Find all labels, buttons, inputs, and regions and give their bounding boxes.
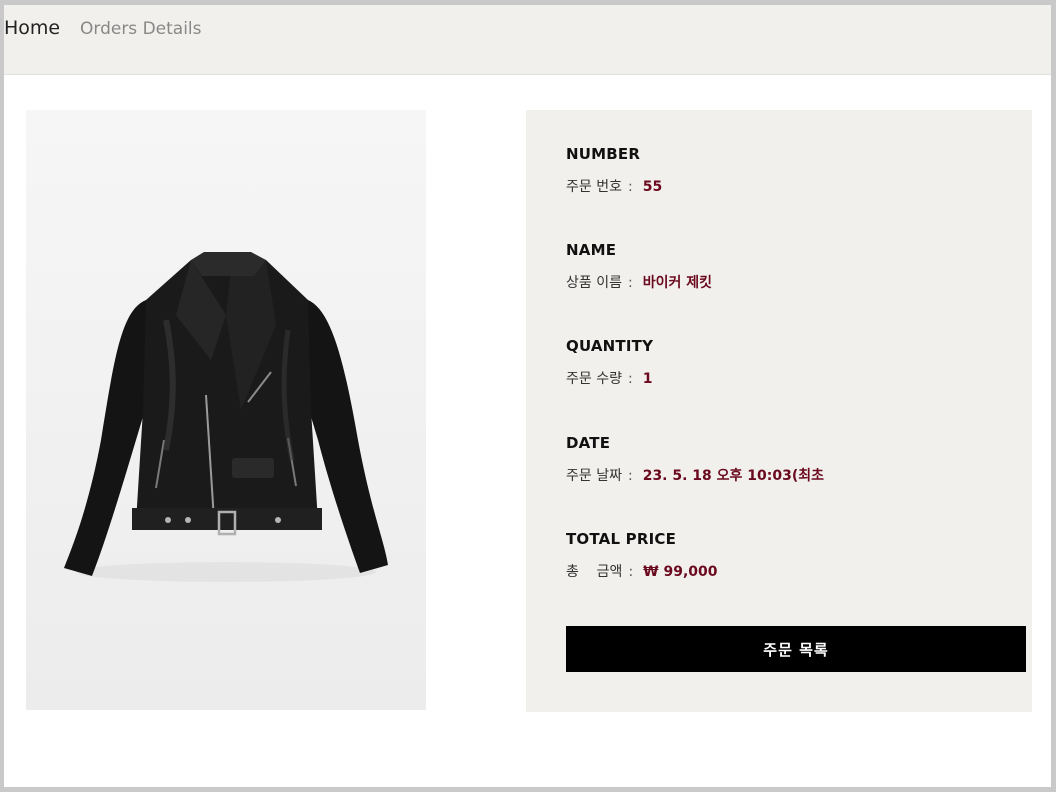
separator: : [627, 275, 633, 291]
order-date-title: DATE [566, 434, 611, 452]
product-name-title: NAME [566, 241, 617, 259]
separator: : [627, 468, 633, 484]
order-details-panel: NUMBER 주문 번호:55 NAME 상품 이름: 바이커 제킷 QUANTI… [526, 110, 1032, 712]
quantity-value: 1 [642, 371, 653, 387]
separator: : [628, 564, 634, 580]
jacket-illustration [64, 252, 388, 582]
nav-home-link[interactable]: Home [4, 17, 60, 39]
product-image [26, 110, 426, 710]
total-price-value: ₩ 99,000 [643, 564, 718, 580]
order-number-label: 주문 번호 [566, 179, 622, 195]
nav-orders-details-link[interactable]: Orders Details [80, 19, 202, 39]
separator: : [627, 179, 633, 195]
quantity-title: QUANTITY [566, 337, 654, 355]
total-price-section: TOTAL PRICE 총 금액: ₩ 99,000 [566, 529, 1006, 582]
order-number-value: 55 [642, 179, 663, 195]
top-nav-bar: Home Orders Details [4, 5, 1051, 75]
product-name-section: NAME 상품 이름: 바이커 제킷 [566, 240, 1006, 293]
order-date-section: DATE 주문 날짜:23. 5. 18 오후 10:03(최초 [566, 433, 1006, 486]
order-number-title: NUMBER [566, 145, 641, 163]
order-date-value: 23. 5. 18 오후 10:03(최초 [642, 468, 825, 484]
product-name-value: 바이커 제킷 [642, 275, 712, 291]
total-price-title: TOTAL PRICE [566, 530, 677, 548]
total-price-label: 총 금액 [566, 564, 623, 580]
order-list-button[interactable]: 주문 목록 [566, 626, 1026, 672]
separator: : [627, 371, 633, 387]
order-number-section: NUMBER 주문 번호:55 [566, 144, 1006, 197]
quantity-section: QUANTITY 주문 수량:1 [566, 336, 1006, 389]
quantity-label: 주문 수량 [566, 371, 622, 387]
order-date-label: 주문 날짜 [566, 468, 622, 484]
product-name-label: 상품 이름 [566, 275, 622, 291]
